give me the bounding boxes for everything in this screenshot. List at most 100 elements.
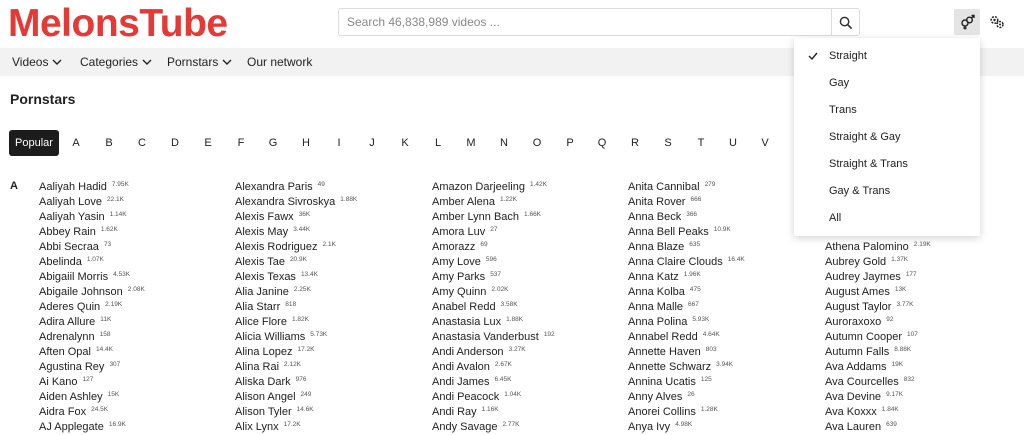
pornstar-link[interactable]: Ava Devine 9.17K: [825, 387, 931, 403]
pornstar-link[interactable]: Ava Koxxx 1.84K: [825, 402, 931, 418]
pornstar-link[interactable]: Adrenalynn 158: [39, 327, 145, 343]
pornstar-link[interactable]: Alina Rai 2.12K: [235, 357, 357, 373]
pornstar-link[interactable]: Aiden Ashley 15K: [39, 387, 145, 403]
pornstar-link[interactable]: Abelinda 1.07K: [39, 252, 145, 268]
pornstar-link[interactable]: Ava Lauren 639: [825, 417, 931, 433]
letter-tab[interactable]: P: [564, 130, 576, 156]
pornstar-link[interactable]: Alix Lynx 17.2K: [235, 417, 357, 433]
pornstar-link[interactable]: Auroraxoxo 92: [825, 312, 931, 328]
pornstar-link[interactable]: Annette Haven 803: [628, 342, 745, 358]
pornstar-link[interactable]: Anna Beck 366: [628, 207, 745, 223]
pornstar-link[interactable]: Alia Janine 2.25K: [235, 282, 357, 298]
letter-tab[interactable]: B: [103, 130, 115, 156]
pornstar-link[interactable]: Andi James 6.45K: [432, 372, 555, 388]
pornstar-link[interactable]: Amber Alena 1.22K: [432, 192, 555, 208]
pornstar-link[interactable]: Amora Luv 27: [432, 222, 555, 238]
letter-tab[interactable]: S: [662, 130, 674, 156]
nav-item-pornstars[interactable]: Pornstars: [167, 48, 232, 76]
search-input[interactable]: [339, 9, 831, 35]
pornstar-link[interactable]: Alina Lopez 17.2K: [235, 342, 357, 358]
pornstar-link[interactable]: Ava Addams 19K: [825, 357, 931, 373]
pornstar-link[interactable]: Anna Kolba 475: [628, 282, 745, 298]
pornstar-link[interactable]: Alison Angel 249: [235, 387, 357, 403]
pornstar-link[interactable]: Amy Quinn 2.02K: [432, 282, 555, 298]
pornstar-link[interactable]: Anna Malle 667: [628, 297, 745, 313]
pornstar-link[interactable]: Anny Alves 26: [628, 387, 745, 403]
pornstar-link[interactable]: Anabel Redd 3.58K: [432, 297, 555, 313]
pornstar-link[interactable]: Aderes Quin 2.19K: [39, 297, 145, 313]
letter-tab[interactable]: L: [432, 130, 444, 156]
pornstar-link[interactable]: Andi Avalon 2.67K: [432, 357, 555, 373]
letter-tab[interactable]: Q: [596, 130, 608, 156]
letter-tab[interactable]: H: [300, 130, 312, 156]
letter-tab[interactable]: G: [267, 130, 279, 156]
pornstar-link[interactable]: Abigaile Johnson 2.08K: [39, 282, 145, 298]
pornstar-link[interactable]: Anya Ivy 4.98K: [628, 417, 745, 433]
letter-tab[interactable]: T: [695, 130, 707, 156]
letter-tab[interactable]: F: [235, 130, 247, 156]
pornstar-link[interactable]: Anna Claire Clouds 16.4K: [628, 252, 745, 268]
letter-tab[interactable]: O: [531, 130, 543, 156]
pornstar-link[interactable]: Aidra Fox 24.5K: [39, 402, 145, 418]
orientation-option-gay[interactable]: Gay: [794, 70, 980, 96]
pornstar-link[interactable]: Amazon Darjeeling 1.42K: [432, 177, 555, 193]
letter-tab-popular[interactable]: Popular: [9, 130, 59, 156]
pornstar-link[interactable]: Anastasia Lux 1.88K: [432, 312, 555, 328]
letter-tab[interactable]: C: [136, 130, 148, 156]
pornstar-link[interactable]: Alexis Texas 13.4K: [235, 267, 357, 283]
letter-tab[interactable]: A: [70, 130, 82, 156]
letter-tab[interactable]: J: [366, 130, 378, 156]
nav-item-videos[interactable]: Videos: [12, 48, 62, 76]
pornstar-link[interactable]: Anna Bell Peaks 10.9K: [628, 222, 745, 238]
pornstar-link[interactable]: Amy Love 596: [432, 252, 555, 268]
pornstar-link[interactable]: Amorazz 69: [432, 237, 555, 253]
letter-tab[interactable]: E: [202, 130, 214, 156]
site-logo[interactable]: MelonsTube: [8, 2, 228, 46]
pornstar-link[interactable]: Alice Flore 1.82K: [235, 312, 357, 328]
pornstar-link[interactable]: Amy Parks 537: [432, 267, 555, 283]
pornstar-link[interactable]: Anna Blaze 635: [628, 237, 745, 253]
pornstar-link[interactable]: Anastasia Vanderbust 192: [432, 327, 555, 343]
pornstar-link[interactable]: Alia Starr 818: [235, 297, 357, 313]
pornstar-link[interactable]: Amber Lynn Bach 1.66K: [432, 207, 555, 223]
pornstar-link[interactable]: Audrey Jaymes 177: [825, 267, 931, 283]
letter-tab[interactable]: D: [169, 130, 181, 156]
orientation-option-gay-trans[interactable]: Gay & Trans: [794, 178, 980, 204]
pornstar-link[interactable]: Andi Anderson 3.27K: [432, 342, 555, 358]
letter-tab[interactable]: M: [465, 130, 477, 156]
letter-tab[interactable]: U: [727, 130, 739, 156]
pornstar-link[interactable]: Anita Cannibal 279: [628, 177, 745, 193]
pornstar-link[interactable]: Adira Allure 11K: [39, 312, 145, 328]
pornstar-link[interactable]: Alexandra Paris 49: [235, 177, 357, 193]
pornstar-link[interactable]: Ai Kano 127: [39, 372, 145, 388]
orientation-option-trans[interactable]: Trans: [794, 97, 980, 123]
pornstar-link[interactable]: Agustina Rey 307: [39, 357, 145, 373]
pornstar-link[interactable]: Aften Opal 14.4K: [39, 342, 145, 358]
pornstar-link[interactable]: Aaliyah Love 22.1K: [39, 192, 145, 208]
orientation-option-straight[interactable]: Straight: [794, 43, 980, 69]
pornstar-link[interactable]: Anorei Collins 1.28K: [628, 402, 745, 418]
letter-tab[interactable]: I: [333, 130, 345, 156]
pornstar-link[interactable]: Alexis Rodriguez 2.1K: [235, 237, 357, 253]
pornstar-link[interactable]: Anna Katz 1.96K: [628, 267, 745, 283]
pornstar-link[interactable]: Annabel Redd 4.64K: [628, 327, 745, 343]
pornstar-link[interactable]: Alexis Tae 20.9K: [235, 252, 357, 268]
search-button[interactable]: [831, 9, 859, 35]
orientation-option-straight-trans[interactable]: Straight & Trans: [794, 151, 980, 177]
pornstar-link[interactable]: Anita Rover 666: [628, 192, 745, 208]
letter-tab[interactable]: K: [399, 130, 411, 156]
pornstar-link[interactable]: Abbey Rain 1.62K: [39, 222, 145, 238]
pornstar-link[interactable]: Annina Ucatis 125: [628, 372, 745, 388]
pornstar-link[interactable]: Andy Savage 2.77K: [432, 417, 555, 433]
pornstar-link[interactable]: Abbi Secraa 73: [39, 237, 145, 253]
pornstar-link[interactable]: Aaliyah Hadid 7.95K: [39, 177, 145, 193]
pornstar-link[interactable]: Athena Palomino 2.19K: [825, 237, 931, 253]
pornstar-link[interactable]: Abigaiil Morris 4.53K: [39, 267, 145, 283]
pornstar-link[interactable]: Autumn Falls 8.88K: [825, 342, 931, 358]
pornstar-link[interactable]: Ava Courcelles 832: [825, 372, 931, 388]
nav-item-our-network[interactable]: Our network: [247, 48, 312, 76]
pornstar-link[interactable]: Alexis Fawx 36K: [235, 207, 357, 223]
pornstar-link[interactable]: Alicia Williams 5.73K: [235, 327, 357, 343]
letter-tab[interactable]: V: [759, 130, 771, 156]
pornstar-link[interactable]: August Taylor 3.77K: [825, 297, 931, 313]
